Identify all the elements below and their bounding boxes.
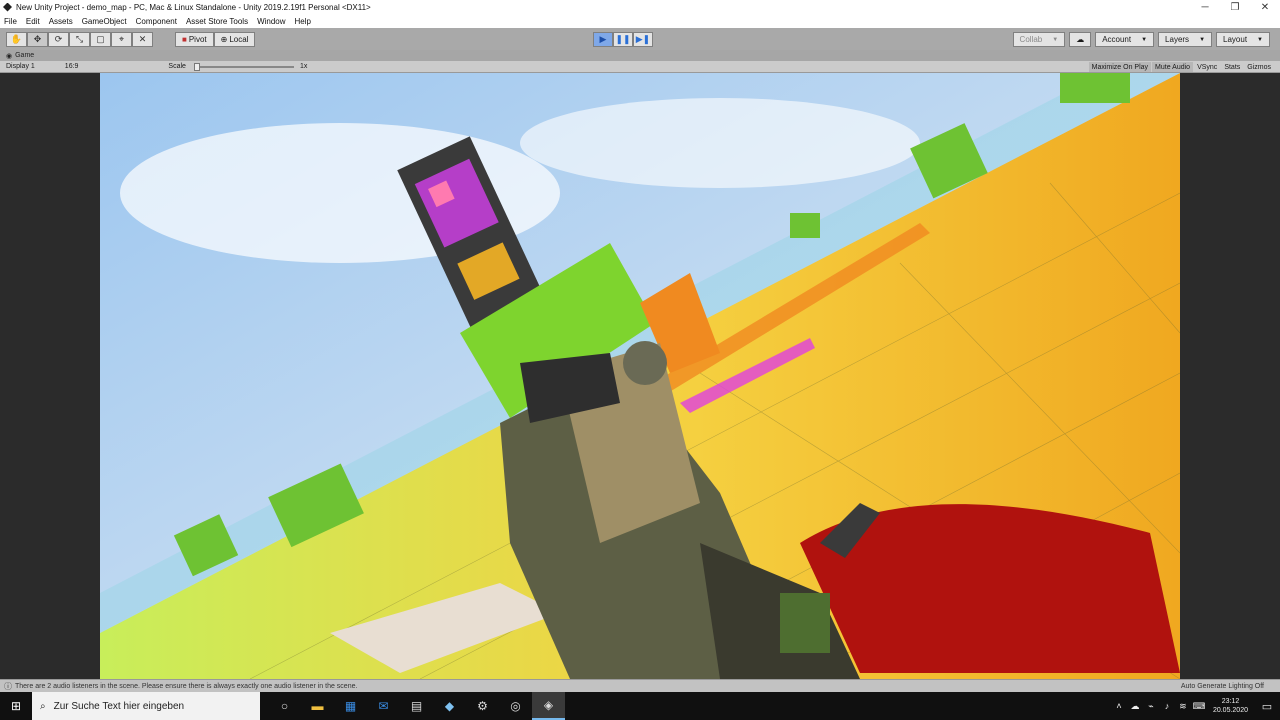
app-icon[interactable]: ⚙ (466, 692, 499, 720)
warning-icon: ⓘ (4, 681, 12, 691)
play-controls: ▶ ❚❚ ▶❚ (593, 32, 653, 47)
mute-audio-toggle[interactable]: Mute Audio (1152, 62, 1194, 72)
menu-component[interactable]: Component (136, 17, 177, 26)
main-toolbar: ✋ ✥ ⟳ ⤡ ▢ ⌖ ✕ ■ Pivot ⊕ Local ▶ ❚❚ ▶❚ Co… (0, 28, 1280, 50)
scale-tool-icon[interactable]: ⤡ (69, 31, 90, 47)
tree (790, 213, 820, 238)
taskbar-search-input[interactable]: ⌕ Zur Suche Text hier eingeben (32, 692, 260, 720)
layers-label: Layers (1165, 35, 1190, 44)
mail-icon[interactable]: ✉ (367, 692, 400, 720)
move-tool-icon[interactable]: ✥ (27, 31, 48, 47)
file-explorer-icon[interactable]: ▬ (301, 692, 334, 720)
scale-label: Scale (168, 63, 186, 70)
pivot-icon: ■ (182, 34, 187, 44)
search-placeholder: Zur Suche Text hier eingeben (53, 700, 185, 712)
collab-label: Collab (1019, 35, 1043, 44)
menu-gameobject[interactable]: GameObject (82, 17, 127, 26)
menu-assets[interactable]: Assets (49, 17, 73, 26)
obs-icon[interactable]: ◎ (499, 692, 532, 720)
menu-window[interactable]: Window (257, 17, 285, 26)
game-tab-bar: ◉ Game (0, 50, 1280, 61)
menu-edit[interactable]: Edit (26, 17, 40, 26)
game-view-toolbar: Display 1 16:9 Scale 1x Maximize On Play… (0, 61, 1280, 73)
aspect-dropdown[interactable]: 16:9 (65, 63, 79, 70)
local-toggle[interactable]: ⊕ Local (213, 31, 256, 47)
status-bar[interactable]: ⓘ There are 2 audio listeners in the sce… (0, 679, 1280, 692)
close-button[interactable]: ✕ (1250, 0, 1280, 14)
vsync-toggle[interactable]: VSync (1194, 62, 1220, 72)
document-icon[interactable]: ▤ (400, 692, 433, 720)
transform-tool-icon[interactable]: ⌖ (111, 31, 132, 47)
stats-toggle[interactable]: Stats (1221, 62, 1243, 72)
step-button-icon[interactable]: ▶❚ (633, 32, 653, 47)
minimize-button[interactable]: ─ (1190, 0, 1220, 14)
chevron-down-icon: ▼ (1052, 36, 1059, 43)
clock-date: 20.05.2020 (1212, 707, 1248, 714)
pivot-label: Pivot (188, 34, 207, 44)
scale-slider-thumb[interactable] (193, 62, 200, 71)
layers-dropdown[interactable]: Layers ▼ (1158, 32, 1213, 47)
pivot-toggle[interactable]: ■ Pivot (175, 31, 214, 47)
wifi-icon[interactable]: ≋ (1175, 701, 1191, 712)
local-label: Local (229, 34, 249, 44)
cloud-button[interactable]: ☁ (1069, 32, 1092, 47)
transform-tools: ✋ ✥ ⟳ ⤡ ▢ ⌖ ✕ (6, 31, 153, 47)
cloud (520, 98, 920, 188)
play-button-icon[interactable]: ▶ (593, 32, 613, 47)
search-icon: ⌕ (40, 700, 46, 712)
windows-start-icon[interactable]: ⊞ (0, 692, 32, 720)
local-icon: ⊕ (220, 34, 228, 44)
game-viewport[interactable] (100, 73, 1180, 679)
chevron-down-icon: ▼ (1199, 36, 1206, 43)
task-view-icon[interactable]: ○ (268, 692, 301, 720)
maximize-on-play-toggle[interactable]: Maximize On Play (1088, 62, 1152, 72)
menu-bar: File Edit Assets GameObject Component As… (0, 14, 1280, 28)
display-dropdown[interactable]: Display 1 (6, 63, 35, 70)
menu-asset-store-tools[interactable]: Asset Store Tools (186, 17, 248, 26)
network-icon[interactable]: ⌁ (1143, 701, 1159, 712)
windows-taskbar: ⊞ ⌕ Zur Suche Text hier eingeben ○ ▬ ▦ ✉… (0, 692, 1280, 720)
scale-slider[interactable] (193, 62, 294, 71)
chevron-down-icon: ▼ (1257, 36, 1263, 43)
title-bar: New Unity Project - demo_map - PC, Mac &… (0, 0, 1280, 14)
account-label: Account (1102, 35, 1132, 44)
game-tab-icon: ◉ (6, 52, 13, 60)
cloud-icon: ☁ (1076, 35, 1085, 44)
network-icon[interactable]: ☁ (1127, 701, 1143, 712)
hand-tool-icon[interactable]: ✋ (6, 31, 27, 47)
chevron-down-icon: ▼ (1141, 36, 1148, 43)
store-icon[interactable]: ▦ (334, 692, 367, 720)
game-tab-label: Game (15, 52, 35, 59)
collab-dropdown[interactable]: Collab ▼ (1012, 32, 1066, 47)
unity-taskbar-icon[interactable]: ◈ (532, 692, 565, 720)
maximize-button[interactable]: ❐ (1220, 0, 1250, 14)
layout-dropdown[interactable]: Layout ▼ (1216, 32, 1270, 47)
status-message: There are 2 audio listeners in the scene… (15, 682, 358, 690)
app-icon[interactable]: ◆ (433, 692, 466, 720)
chevron-up-icon[interactable]: ˄ (1111, 701, 1127, 711)
notification-icon[interactable]: ▭ (1254, 700, 1280, 713)
menu-help[interactable]: Help (295, 17, 311, 26)
menu-file[interactable]: File (4, 17, 17, 26)
layout-label: Layout (1223, 35, 1248, 44)
volume-icon[interactable]: ♪ (1159, 701, 1175, 711)
tab-game[interactable]: ◉ Game (6, 52, 34, 60)
pause-button-icon[interactable]: ❚❚ (613, 32, 633, 47)
keyboard-icon[interactable]: ⌨ (1191, 701, 1207, 712)
lighting-status: Auto Generate Lighting Off (1180, 682, 1264, 690)
clock[interactable]: 23:12 20.05.2020 (1213, 697, 1248, 715)
unity-logo-icon (3, 2, 12, 12)
scale-value: 1x (299, 63, 308, 70)
rotate-tool-icon[interactable]: ⟳ (48, 31, 69, 47)
clock-time: 23:12 (1221, 698, 1240, 705)
tree (1060, 73, 1130, 103)
window-title: New Unity Project - demo_map - PC, Mac &… (16, 2, 371, 12)
game-scene (100, 73, 1180, 679)
gizmos-dropdown[interactable]: Gizmos (1244, 62, 1274, 72)
rect-tool-icon[interactable]: ▢ (90, 31, 111, 47)
system-tray: ˄ ☁ ⌁ ♪ ≋ ⌨ 23:12 20.05.2020 ▭ (1111, 692, 1280, 720)
account-dropdown[interactable]: Account ▼ (1095, 32, 1155, 47)
custom-tool-icon[interactable]: ✕ (132, 31, 153, 47)
